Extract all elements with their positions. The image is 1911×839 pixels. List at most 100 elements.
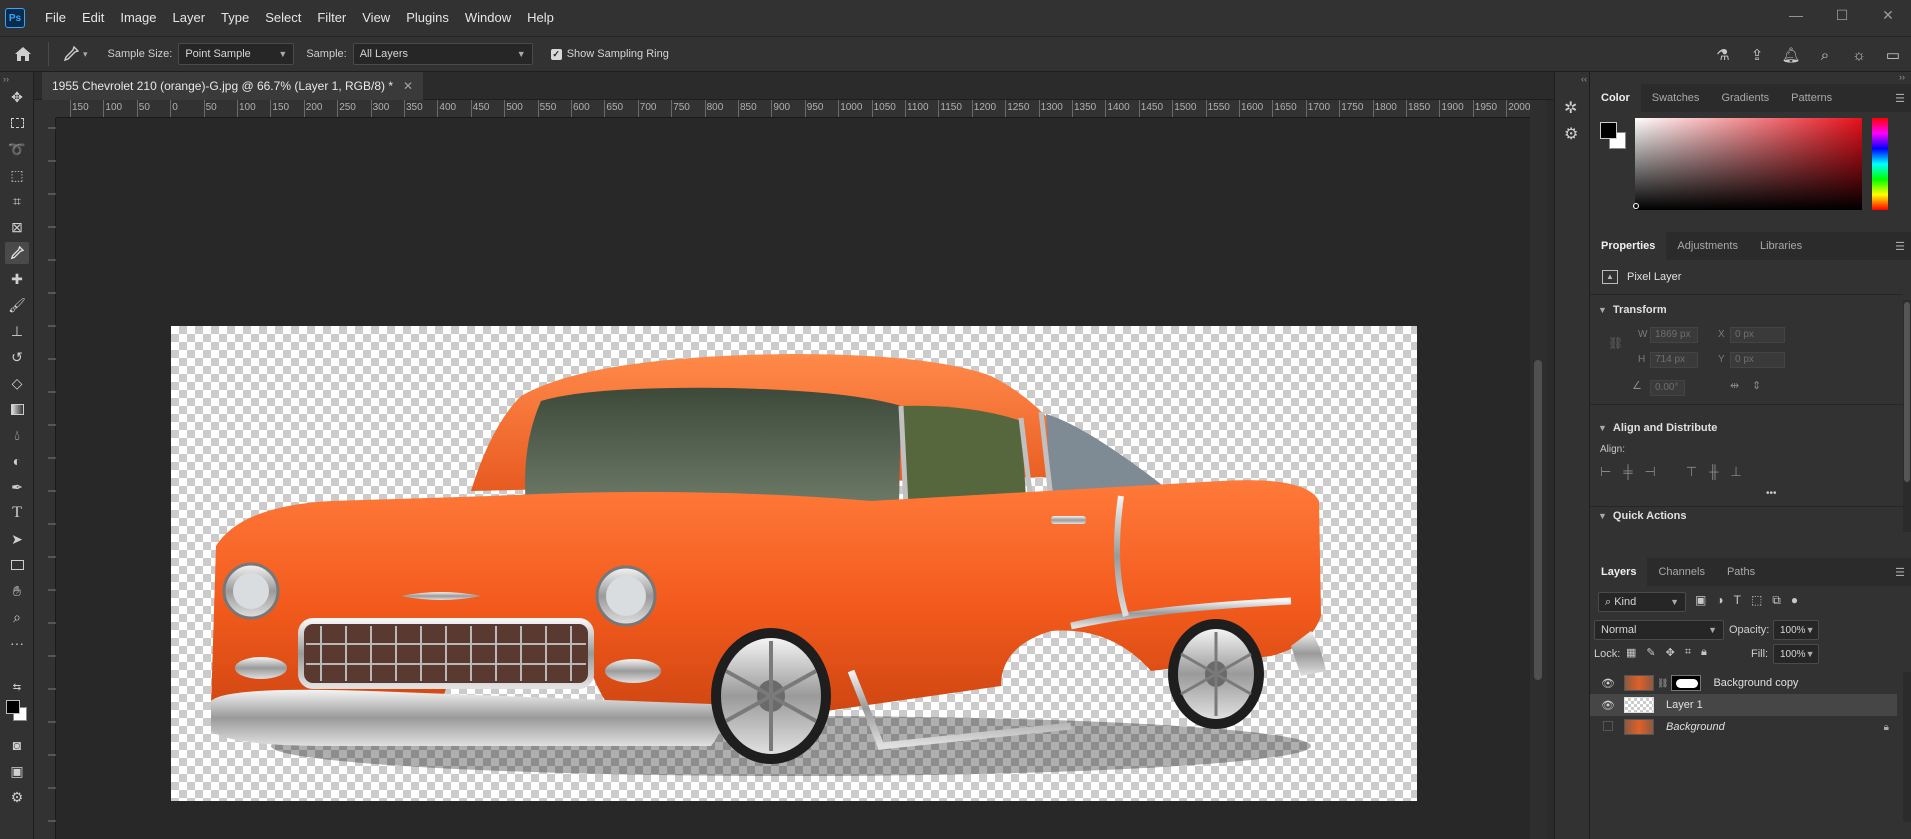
move-tool-icon[interactable]: ✥ — [5, 86, 29, 108]
lock-transparent-pixels-icon[interactable]: ▦ — [1626, 646, 1636, 659]
filter-smart-object-icon[interactable]: ⧉ — [1772, 593, 1781, 608]
angle-field[interactable]: 0.00° — [1650, 380, 1685, 396]
align-right-icon[interactable]: ⊣ — [1645, 464, 1656, 480]
eyedropper-tool-icon[interactable] — [5, 242, 29, 264]
scrollbar-thumb[interactable] — [1904, 302, 1910, 482]
tab-paths[interactable]: Paths — [1716, 558, 1766, 586]
document-canvas[interactable] — [171, 326, 1417, 801]
align-bottom-icon[interactable]: ⊥ — [1730, 464, 1741, 480]
scrollbar-thumb[interactable] — [1534, 360, 1542, 680]
foreground-color-swatch[interactable] — [6, 700, 20, 714]
visibility-toggle-empty[interactable] — [1600, 720, 1616, 734]
width-field[interactable]: 1869 px — [1650, 327, 1698, 343]
close-window-button[interactable]: ✕ — [1865, 0, 1911, 30]
tab-swatches[interactable]: Swatches — [1641, 84, 1711, 112]
lock-position-icon[interactable]: ✥ — [1666, 646, 1675, 659]
more-options-button[interactable]: ••• — [1766, 488, 1777, 499]
hand-tool-icon[interactable]: ✋︎ — [5, 580, 29, 602]
frame-tool-icon[interactable]: ⊠ — [5, 216, 29, 238]
maximize-button[interactable]: ☐ — [1819, 0, 1865, 30]
flip-horizontal-icon[interactable]: ⇹ — [1730, 379, 1739, 392]
menu-filter[interactable]: Filter — [309, 0, 354, 36]
blur-tool-icon[interactable]: 💧︎ — [5, 424, 29, 446]
ruler-origin[interactable] — [34, 100, 56, 118]
filter-shape-icon[interactable]: ⬚ — [1751, 593, 1762, 608]
eyedropper-preset-icon[interactable]: ▾ — [63, 46, 88, 62]
tab-gradients[interactable]: Gradients — [1710, 84, 1780, 112]
bell-icon[interactable]: 🔔︎ — [1781, 46, 1801, 64]
foreground-color-swatch[interactable] — [1600, 122, 1617, 139]
properties-scrollbar[interactable] — [1903, 300, 1911, 532]
search-icon[interactable]: ⌕ — [1815, 47, 1835, 64]
actions-panel-icon[interactable]: ⚙ — [1564, 124, 1578, 144]
dodge-tool-icon[interactable]: ◐ — [5, 450, 29, 472]
gradient-tool-icon[interactable] — [5, 398, 29, 420]
color-field[interactable] — [1635, 118, 1862, 210]
marquee-tool-icon[interactable] — [5, 112, 29, 134]
filter-adjustment-icon[interactable]: ◑ — [1716, 593, 1723, 608]
opacity-field[interactable]: 100% ▼ — [1773, 620, 1819, 640]
align-center-v-icon[interactable]: ╫ — [1709, 464, 1718, 480]
layer-row-background-copy[interactable]: 👁︎ ⛓ Background copy — [1590, 672, 1897, 694]
zoom-tool-icon[interactable]: ⌕ — [5, 606, 29, 628]
path-selection-tool-icon[interactable]: ➤ — [5, 528, 29, 550]
collapse-panels-icon[interactable]: ›› — [1899, 72, 1905, 82]
menu-select[interactable]: Select — [257, 0, 309, 36]
collapse-toolbar-icon[interactable]: ›› — [3, 74, 9, 84]
menu-plugins[interactable]: Plugins — [398, 0, 457, 36]
color-picker-handle[interactable] — [1633, 203, 1639, 209]
menu-help[interactable]: Help — [519, 0, 562, 36]
visibility-eye-icon[interactable]: 👁︎ — [1600, 699, 1616, 712]
menu-image[interactable]: Image — [112, 0, 164, 36]
tab-color[interactable]: Color — [1590, 84, 1641, 112]
type-tool-icon[interactable]: T — [5, 502, 29, 524]
menu-view[interactable]: View — [354, 0, 398, 36]
blend-mode-select[interactable]: Normal ▼ — [1594, 620, 1724, 640]
swap-colors-icon[interactable]: ⇆ — [5, 676, 29, 698]
brush-tool-icon[interactable]: 🖌︎ — [5, 294, 29, 316]
tab-layers[interactable]: Layers — [1590, 558, 1648, 586]
visibility-eye-icon[interactable]: 👁︎ — [1600, 677, 1616, 690]
lock-image-pixels-icon[interactable]: ✎ — [1646, 646, 1655, 659]
menu-window[interactable]: Window — [457, 0, 519, 36]
menu-type[interactable]: Type — [213, 0, 257, 36]
layers-scrollbar[interactable] — [1903, 672, 1911, 822]
home-icon[interactable] — [14, 46, 34, 62]
quick-mask-icon[interactable]: ◙ — [5, 734, 29, 756]
align-left-icon[interactable]: ⊢ — [1600, 464, 1611, 480]
tab-libraries[interactable]: Libraries — [1749, 232, 1813, 260]
layer-filter-select[interactable]: ⌕ Kind ▼ — [1598, 592, 1686, 612]
object-selection-tool-icon[interactable]: ⬚ — [5, 164, 29, 186]
lasso-tool-icon[interactable]: ➰ — [5, 138, 29, 160]
link-icon[interactable]: ⛓ — [1608, 336, 1623, 350]
panel-menu-icon[interactable]: ☰ — [1895, 92, 1905, 105]
vertical-ruler[interactable] — [34, 118, 56, 839]
collapse-strip-icon[interactable]: ‹‹ — [1581, 74, 1587, 84]
vertical-scrollbar[interactable] — [1530, 100, 1546, 839]
healing-brush-tool-icon[interactable]: ✚ — [5, 268, 29, 290]
filter-type-icon[interactable]: T — [1734, 593, 1741, 608]
transform-section-header[interactable]: ▼ Transform — [1598, 304, 1667, 316]
tab-channels[interactable]: Channels — [1647, 558, 1715, 586]
align-top-icon[interactable]: ⊤ — [1686, 464, 1697, 480]
pen-tool-icon[interactable]: ✒ — [5, 476, 29, 498]
layer-mask-thumbnail[interactable] — [1671, 675, 1702, 691]
flask-icon[interactable]: ⚗ — [1713, 46, 1733, 64]
filter-toggle-icon[interactable]: ● — [1791, 593, 1798, 608]
panel-menu-icon[interactable]: ☰ — [1895, 566, 1905, 579]
hue-slider[interactable] — [1872, 118, 1888, 210]
more-tools-icon[interactable]: ··· — [5, 632, 29, 654]
crop-tool-icon[interactable]: ⌗ — [5, 190, 29, 212]
link-icon[interactable]: ⛓ — [1657, 678, 1668, 689]
share-icon[interactable]: ⇪ — [1747, 46, 1767, 64]
lock-all-icon[interactable]: 🔒︎ — [1701, 646, 1707, 659]
flip-vertical-icon[interactable]: ⇕ — [1752, 379, 1761, 392]
minimize-button[interactable]: — — [1773, 0, 1819, 30]
screen-mode-icon[interactable]: ▣ — [5, 760, 29, 782]
edit-toolbar-icon[interactable]: ⚙ — [5, 786, 29, 808]
menu-file[interactable]: File — [37, 0, 74, 36]
y-field[interactable]: 0 px — [1730, 352, 1785, 368]
tab-properties[interactable]: Properties — [1590, 232, 1667, 260]
horizontal-ruler[interactable]: 150 100 50 0 50 100 150 200 250 300 350 400 450 500 55… — [56, 100, 1530, 118]
close-tab-icon[interactable]: ✕ — [403, 79, 413, 93]
